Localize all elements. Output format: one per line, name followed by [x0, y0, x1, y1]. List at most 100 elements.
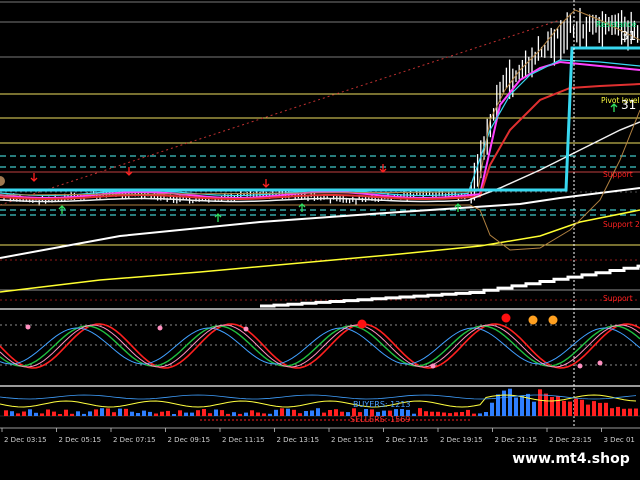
time-axis: 2 Dec 03:15 2 Dec 05:15 2 Dec 07:15 2 Dec 0…: [1, 428, 635, 444]
stoch-dot: [577, 363, 583, 369]
x-tick-label: 2 Dec 23:15: [549, 436, 592, 444]
hist-bar: [214, 409, 218, 416]
support-1-label: Support: [603, 170, 633, 179]
hist-bar: [466, 409, 470, 416]
x-tick-label: 2 Dec 19:15: [440, 436, 483, 444]
hist-bar: [454, 412, 458, 416]
support-3-label: Support: [603, 294, 633, 303]
stoch-main-line: [0, 323, 640, 369]
price-readout-mid: 31: [621, 98, 636, 112]
watermark: www.mt4.shop: [502, 446, 640, 472]
hist-bar: [52, 411, 56, 416]
hist-bar: [208, 413, 212, 416]
hist-bar: [250, 410, 254, 416]
hist-bar: [502, 390, 506, 416]
hist-bar: [58, 414, 62, 416]
hist-bar: [340, 411, 344, 416]
price-readout-top: 31: [621, 29, 636, 43]
hist-bar: [532, 401, 536, 416]
hist-bar: [304, 411, 308, 416]
hist-bar: [148, 411, 152, 416]
stoch-dot: [25, 324, 31, 330]
stoch-blue-line: [0, 327, 640, 365]
stoch-signal-line: [0, 325, 640, 367]
hist-bar: [76, 411, 80, 416]
hist-bar: [616, 406, 620, 416]
hist-bar: [184, 412, 188, 416]
stoch-dot: [243, 326, 249, 332]
buyers-label: BUYERS: 1213: [353, 400, 411, 409]
hist-bar: [280, 408, 284, 416]
hist-bar: [622, 408, 626, 416]
hist-bar: [232, 412, 236, 416]
hist-bar: [244, 412, 248, 416]
hist-bar: [238, 413, 242, 416]
hist-bar: [142, 410, 146, 416]
x-tick-label: 2 Dec 13:15: [277, 436, 320, 444]
hist-bar: [544, 393, 548, 416]
hist-bar: [478, 413, 482, 416]
hist-bar: [562, 400, 566, 416]
signal-dot-icon: [501, 313, 511, 323]
hist-bar: [592, 401, 596, 416]
hist-bar: [268, 413, 272, 416]
hist-bar: [196, 410, 200, 416]
sellers-label: SELLERS: 1569: [350, 415, 410, 424]
x-tick-label: 3 Dec 01: [604, 436, 635, 444]
hist-bar: [256, 412, 260, 416]
trading-chart[interactable]: Resistance 31 Pivot level 31 Support Sup…: [0, 0, 640, 480]
hist-bar: [82, 413, 86, 416]
hist-bar: [154, 413, 158, 416]
x-tick-label: 2 Dec 03:15: [4, 436, 47, 444]
hist-bar: [94, 409, 98, 416]
hist-bar: [490, 402, 494, 416]
hist-bar: [484, 412, 488, 416]
hist-bar: [46, 409, 50, 416]
hist-bar: [178, 410, 182, 416]
hist-bar: [604, 402, 608, 416]
hist-bar: [292, 409, 296, 416]
hist-bar: [64, 409, 68, 416]
hist-bar: [28, 409, 32, 416]
chart-canvas[interactable]: Resistance 31 Pivot level 31 Support Sup…: [0, 0, 640, 480]
x-tick-label: 2 Dec 11:15: [222, 436, 265, 444]
stoch-dot: [597, 360, 603, 366]
hist-bar: [10, 411, 14, 416]
hist-bar: [334, 409, 338, 416]
resistance-label: Resistance: [596, 20, 637, 29]
stoch-dot: [157, 325, 163, 331]
hist-bar: [70, 413, 74, 416]
hist-bar: [418, 408, 422, 416]
hist-bar: [460, 412, 464, 416]
hist-bar: [220, 410, 224, 416]
signal-dot-icon: [528, 315, 538, 325]
stochastic-panel[interactable]: [0, 313, 640, 369]
hist-bar: [574, 398, 578, 416]
hist-bar: [202, 409, 206, 416]
hist-bar: [226, 413, 230, 416]
signal-dot-icon: [357, 319, 367, 329]
hist-bar: [586, 404, 590, 416]
hist-bar: [328, 410, 332, 416]
buyers-sellers-panel[interactable]: [0, 388, 640, 421]
hist-bar: [472, 413, 476, 416]
hist-bar: [412, 413, 416, 416]
hist-bar: [4, 410, 8, 416]
hist-bar: [88, 411, 92, 416]
hist-bar: [298, 413, 302, 416]
hist-bar: [568, 401, 572, 416]
stoch-dot: [430, 363, 436, 369]
x-tick-label: 2 Dec 07:15: [113, 436, 156, 444]
hist-bar: [628, 408, 632, 416]
hist-bar: [610, 408, 614, 416]
x-tick-label: 2 Dec 15:15: [331, 436, 374, 444]
hist-bar: [262, 413, 266, 416]
hist-bar: [274, 409, 278, 416]
hist-bar: [118, 408, 122, 416]
hist-bar: [286, 408, 290, 416]
hist-bar: [430, 411, 434, 416]
hist-bar: [310, 410, 314, 416]
hist-bar: [442, 412, 446, 416]
signal-dot-icon: [548, 315, 558, 325]
x-tick-label: 2 Dec 09:15: [168, 436, 211, 444]
